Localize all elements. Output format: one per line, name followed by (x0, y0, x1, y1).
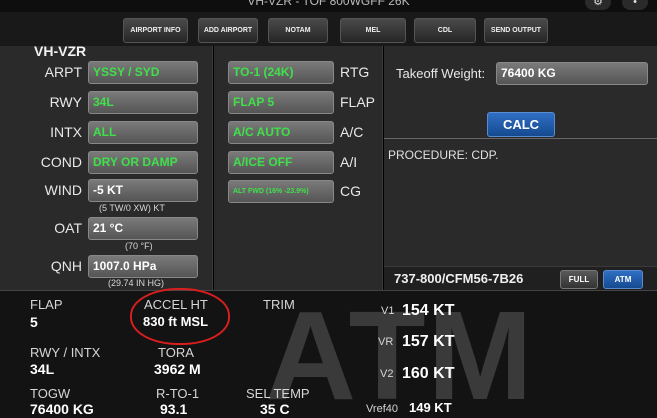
notam-button[interactable]: NOTAM (268, 18, 328, 43)
app-title: VH-VZR - TOF 800WGFF 26K (247, 0, 410, 8)
procedure-text: PROCEDURE: CDP. (388, 148, 499, 162)
rto1-value: 93.1 (160, 401, 188, 417)
rwy-intx-value: 34L (30, 361, 55, 377)
sel-temp-label: SEL TEMP (246, 386, 310, 401)
rating-field[interactable]: TO-1 (24K) (228, 61, 334, 84)
ai-label: A/I (340, 154, 358, 170)
oat-fahrenheit: (70 °F) (125, 241, 153, 251)
toolbar: AIRPORT INFO ADD AIRPORT NOTAM MEL CDL S… (0, 12, 657, 46)
atm-thrust-button[interactable]: ATM (603, 270, 643, 289)
v1-value: 154 KT (402, 302, 455, 319)
accel-ht-value: 830 ft MSL (143, 314, 209, 329)
cond-label: COND (40, 154, 82, 170)
qnh-field[interactable]: 1007.0 HPa (88, 255, 198, 278)
v2-value: 160 KT (402, 365, 455, 382)
vr-value: 157 KT (402, 333, 455, 350)
qnh-label: QNH (50, 258, 82, 274)
add-airport-button[interactable]: ADD AIRPORT (198, 18, 258, 43)
info-icon[interactable]: • (622, 0, 648, 10)
title-bar: VH-VZR - TOF 800WGFF 26K ⚙ • (0, 0, 657, 12)
engine-strip: 737-800/CFM56-7B26 FULL ATM (384, 266, 657, 290)
v2-label: V2 (380, 368, 394, 380)
vref-label: Vref40 (366, 403, 399, 415)
vr-label: VR (378, 336, 394, 348)
cdl-button[interactable]: CDL (414, 18, 476, 43)
aircraft-registration: VH-VZR (34, 43, 87, 59)
send-output-button[interactable]: SEND OUTPUT (484, 18, 548, 43)
rto1-label: R-TO-1 (156, 386, 200, 401)
cg-field[interactable]: ALT FWD (16% -23.9%) (228, 180, 334, 203)
takeoff-weight-label: Takeoff Weight: (396, 66, 486, 81)
airport-input-panel: VH-VZR ARPT YSSY / SYD RWY 34L INTX ALL … (0, 43, 213, 290)
wind-components: (5 TW/0 XW) KT (99, 203, 165, 213)
tora-value: 3962 M (154, 361, 201, 377)
rwy-intx-label: RWY / INTX (30, 345, 101, 360)
togw-value: 76400 KG (30, 401, 94, 417)
takeoff-weight-field[interactable]: 76400 KG (496, 62, 648, 85)
oat-label: OAT (54, 220, 82, 236)
flap-label: FLAP (340, 94, 376, 110)
ac-label: A/C (340, 124, 364, 140)
takeoff-panel: Takeoff Weight: 76400 KG CALC PROCEDURE:… (384, 46, 657, 290)
cg-label: CG (340, 183, 361, 199)
rtg-label: RTG (340, 64, 370, 80)
takeoff-weight-area: Takeoff Weight: 76400 KG CALC (384, 46, 657, 139)
engine-type: 737-800/CFM56-7B26 (394, 271, 524, 286)
togw-label: TOGW (30, 386, 71, 401)
anti-ice-field[interactable]: A/ICE OFF (228, 151, 334, 174)
wind-label: WIND (44, 182, 82, 198)
result-flap-value: 5 (30, 314, 38, 330)
qnh-inhg: (29.74 IN HG) (108, 278, 165, 288)
arpt-label: ARPT (44, 64, 82, 80)
tora-label: TORA (158, 345, 194, 360)
oat-field[interactable]: 21 °C (88, 217, 198, 240)
accel-ht-label: ACCEL HT (144, 297, 208, 312)
intx-label: INTX (50, 124, 82, 140)
sel-temp-value: 35 C (260, 401, 290, 417)
results-panel: ATM FLAP 5 ACCEL HT 830 ft MSL TRIM RWY … (0, 290, 657, 418)
airport-field[interactable]: YSSY / SYD (88, 61, 198, 84)
trim-label: TRIM (263, 297, 295, 312)
full-thrust-button[interactable]: FULL (560, 270, 598, 289)
calc-button[interactable]: CALC (487, 112, 555, 137)
intersection-field[interactable]: ALL (88, 121, 198, 144)
rwy-label: RWY (49, 94, 82, 110)
wind-field[interactable]: -5 KT (88, 179, 198, 202)
aircon-field[interactable]: A/C AUTO (228, 121, 334, 144)
vref-value: 149 KT (409, 400, 452, 415)
aircraft-config-panel: TO-1 (24K) RTG FLAP 5 FLAP A/C AUTO A/C … (214, 46, 383, 290)
mel-button[interactable]: MEL (340, 18, 406, 43)
flap-field[interactable]: FLAP 5 (228, 91, 334, 114)
runway-field[interactable]: 34L (88, 91, 198, 114)
settings-icon[interactable]: ⚙ (585, 0, 611, 10)
result-flap-label: FLAP (30, 297, 63, 312)
condition-field[interactable]: DRY OR DAMP (88, 151, 198, 174)
airport-info-button[interactable]: AIRPORT INFO (123, 18, 188, 43)
v1-label: V1 (381, 305, 395, 317)
